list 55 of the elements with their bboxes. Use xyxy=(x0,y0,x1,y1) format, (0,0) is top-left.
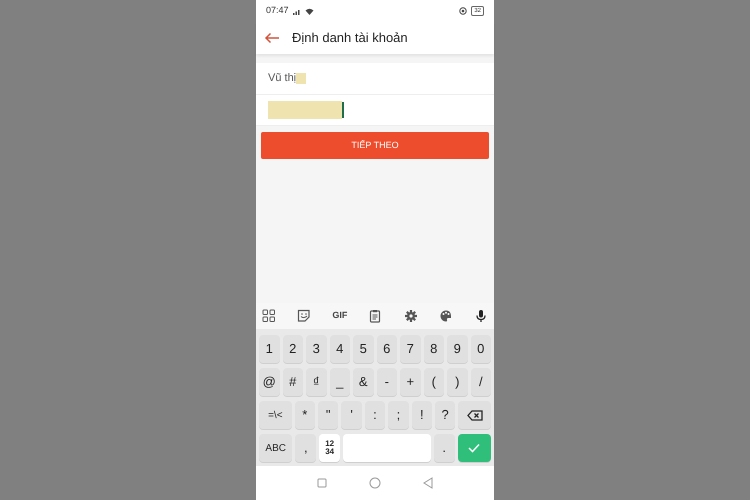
input-field[interactable] xyxy=(256,95,494,126)
gif-button[interactable]: GIF xyxy=(332,309,348,323)
keyboard-key[interactable]: & xyxy=(353,368,374,396)
redacted-block xyxy=(296,73,306,84)
keyboard-key[interactable]: 12 34 xyxy=(319,434,340,462)
keyboard-key[interactable]: 3 xyxy=(306,335,326,363)
keyboard-key[interactable]: 2 xyxy=(282,335,303,363)
keyboard-key[interactable]: @ xyxy=(259,368,280,396)
keyboard-key[interactable]: # xyxy=(282,368,303,396)
keyboard-key[interactable]: ABC xyxy=(259,434,292,462)
clipboard-icon[interactable] xyxy=(368,309,382,323)
keyboard-key[interactable]: ? xyxy=(434,401,456,429)
keyboard-key[interactable]: - xyxy=(376,368,397,396)
sticker-icon[interactable] xyxy=(297,309,312,323)
next-button[interactable]: TIẾP THEO xyxy=(261,132,489,159)
name-text: Vũ thị xyxy=(268,71,296,86)
wifi-icon xyxy=(304,8,314,14)
back-icon[interactable] xyxy=(423,477,433,489)
backspace-key[interactable] xyxy=(458,401,491,429)
grid-icon[interactable] xyxy=(262,309,276,323)
keyboard-key[interactable]: " xyxy=(318,401,338,429)
page-title: Định danh tài khoản xyxy=(292,29,408,48)
keyboard-key[interactable]: 8 xyxy=(424,335,444,363)
recent-apps-icon[interactable] xyxy=(317,478,327,488)
keyboard-key[interactable]: =\< xyxy=(259,401,292,429)
keyboard-key[interactable]: ; xyxy=(388,401,409,429)
keyboard-key[interactable]: 1 xyxy=(259,335,280,363)
keyboard-key[interactable]: 7 xyxy=(400,335,420,363)
clock: 07:47 xyxy=(266,4,289,18)
keyboard-key[interactable]: 9 xyxy=(447,335,468,363)
keyboard-key[interactable]: * xyxy=(294,401,316,429)
keyboard-key[interactable]: , xyxy=(295,434,316,462)
keyboard-key[interactable]: / xyxy=(470,368,491,396)
microphone-icon[interactable] xyxy=(474,309,488,323)
home-icon[interactable] xyxy=(369,477,381,489)
keyboard-key[interactable]: ' xyxy=(341,401,362,429)
keyboard-key[interactable]: : xyxy=(364,401,386,429)
keyboard-key[interactable]: _ xyxy=(330,368,350,396)
alarm-icon xyxy=(459,7,468,15)
back-icon[interactable] xyxy=(264,32,280,44)
keyboard-key[interactable]: ) xyxy=(447,368,468,396)
keyboard-key[interactable]: 0 xyxy=(470,335,491,363)
signal-icon xyxy=(292,8,301,14)
settings-icon[interactable] xyxy=(404,309,418,323)
keyboard-key[interactable]: + xyxy=(400,368,420,396)
keyboard-key[interactable]: 5 xyxy=(353,335,374,363)
keyboard-key[interactable]: ! xyxy=(412,401,432,429)
keyboard-key[interactable]: . xyxy=(434,434,455,462)
palette-icon[interactable] xyxy=(438,309,453,323)
keyboard-key[interactable]: 4 xyxy=(330,335,350,363)
check-icon xyxy=(468,443,480,453)
keyboard-key[interactable]: ₫ xyxy=(306,368,326,396)
keyboard-key[interactable]: 6 xyxy=(376,335,397,363)
keyboard-key[interactable]: ( xyxy=(424,368,444,396)
backspace-icon xyxy=(466,410,483,420)
